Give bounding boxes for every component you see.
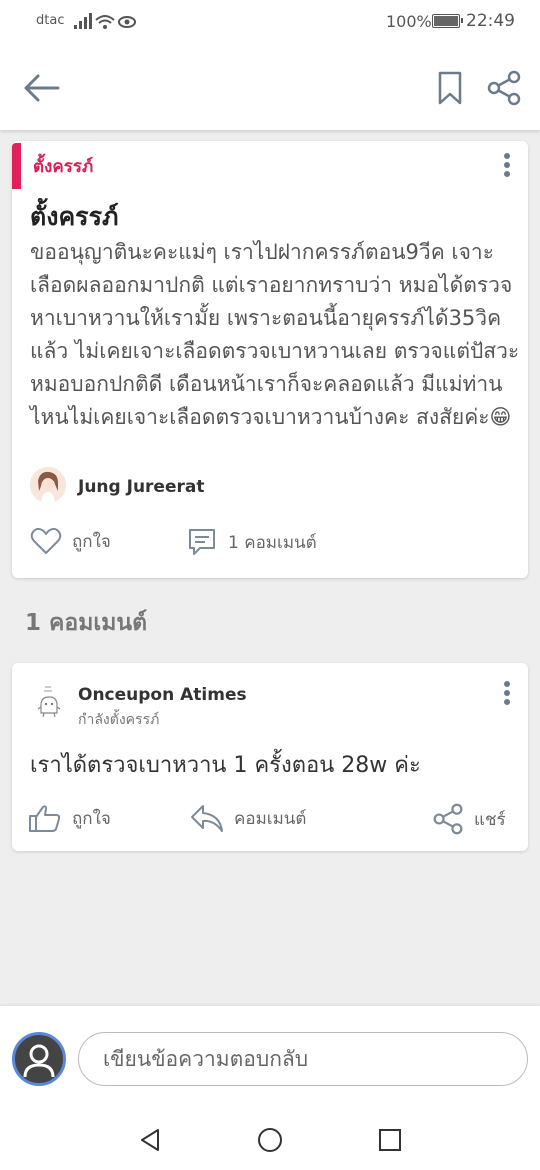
comment-share-button[interactable]: แชร์ [432,803,506,835]
battery-icon [432,14,463,28]
comment-more-options-icon[interactable] [502,681,512,711]
comments-section-title: 1 คอมเมนต์ [25,610,148,636]
system-nav-bar [0,1110,540,1170]
like-button[interactable]: ถูกใจ [30,526,111,556]
battery-fill [434,16,458,26]
author-name[interactable]: Jung Jureerat [78,477,204,497]
comment-card: Onceupon Atimes กำลังตั้งครรภ์ เราได้ตรว… [12,663,528,851]
bookmark-icon[interactable] [436,70,464,106]
user-silhouette-icon [23,1044,55,1078]
more-options-icon[interactable] [502,153,512,183]
avatar-illustration-icon [30,467,66,503]
post-card: ตั้งครรภ์ ตั้งครรภ์ ขออนุญาตินะคะแม่ๆ เร… [12,141,528,578]
status-bar: dtac 100% 22:49 [0,0,540,44]
comment-count-label: 1 คอมเมนต์ [228,532,317,553]
clock: 22:49 [466,11,515,31]
reply-input[interactable] [78,1032,528,1086]
commenter-status: กำลังตั้งครรภ์ [78,712,160,728]
commenter-name[interactable]: Onceupon Atimes [78,685,247,705]
comment-bubble-icon [189,529,215,555]
signal-wifi-icons [74,13,136,29]
comment-share-label: แชร์ [474,809,506,830]
app-bar [0,44,540,130]
comment-like-label: ถูกใจ [72,808,111,829]
post-tag[interactable]: ตั้งครรภ์ [33,153,93,180]
battery-percent: 100% [386,12,432,31]
tag-accent-bar [12,143,21,189]
comment-reply-label: คอมเมนต์ [234,808,307,829]
post-title: ตั้งครรภ์ [30,202,119,231]
comment-reply-button[interactable]: คอมเมนต์ [190,803,306,833]
carrier-label: dtac [36,13,65,28]
back-arrow-icon[interactable] [22,70,62,106]
reply-bar [0,1006,540,1110]
heart-icon [30,527,62,554]
post-body: ขออนุญาตินะคะแม่ๆ เราไปฝากครรภ์ตอน9วีค เ… [30,240,520,429]
comment-text: เราได้ตรวจเบาหวาน 1 ครั้งตอน 28w ค่ะ [30,753,421,778]
nav-recents-icon[interactable] [376,1126,404,1154]
commenter-avatar[interactable] [32,683,66,719]
comment-like-button[interactable]: ถูกใจ [28,803,111,833]
reply-arrow-icon [191,805,223,832]
my-avatar[interactable] [12,1032,66,1086]
nav-home-icon[interactable] [256,1126,284,1154]
nav-back-icon[interactable] [136,1126,164,1154]
share-icon[interactable] [486,70,522,106]
share-icon [433,803,463,835]
like-label: ถูกใจ [72,531,111,552]
comment-count-button[interactable]: 1 คอมเมนต์ [186,526,317,558]
thumbs-up-icon [29,805,61,832]
author-avatar[interactable] [30,467,66,503]
